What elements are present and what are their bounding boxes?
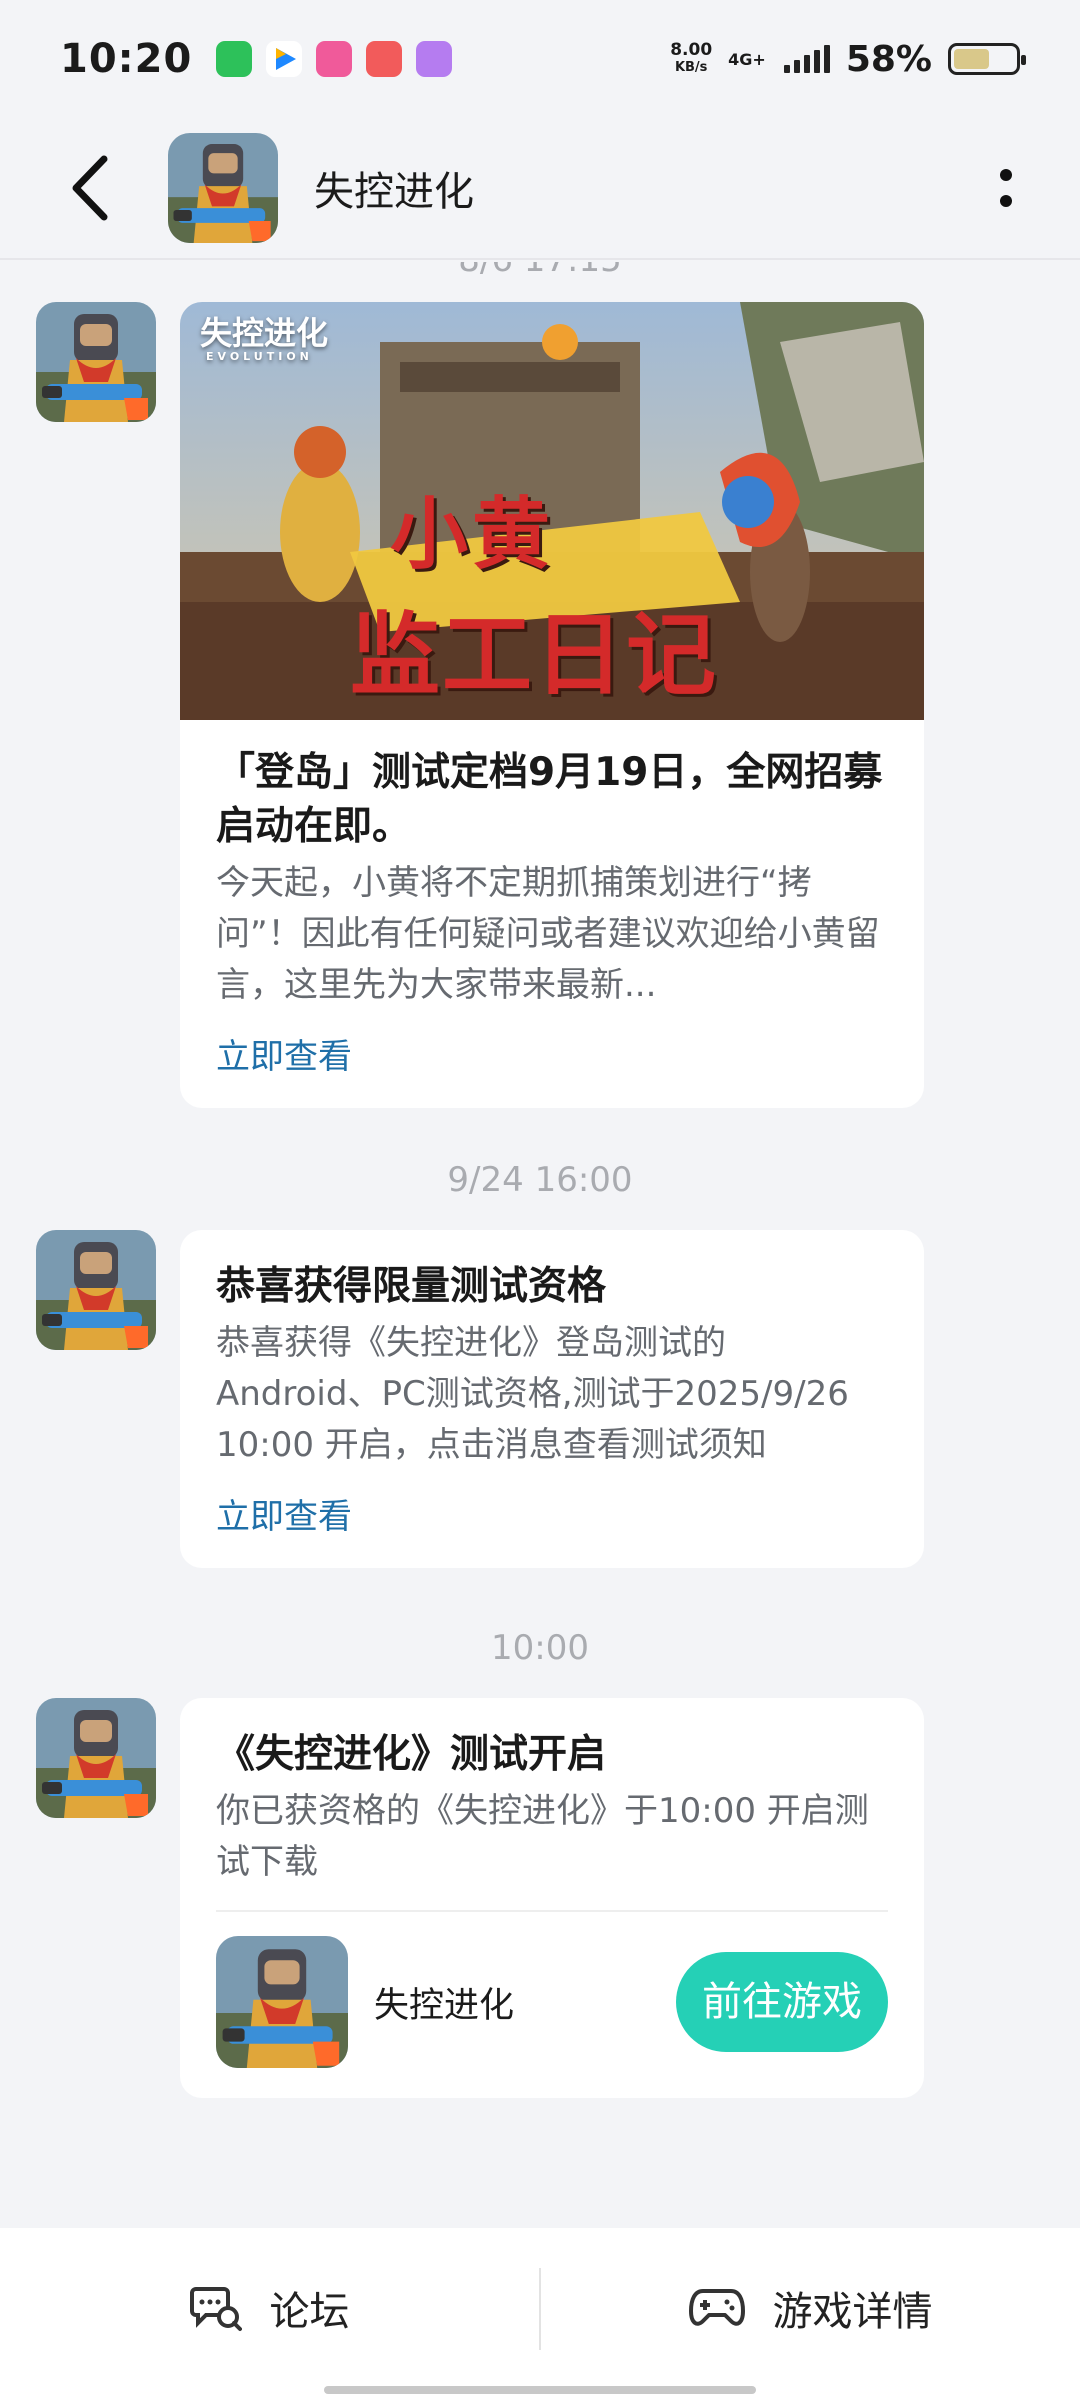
- timestamp: 8/6 17:15: [0, 262, 1080, 280]
- banner-logo-text: 失控进化: [200, 314, 329, 352]
- message-card[interactable]: 《失控进化》测试开启 你已获资格的《失控进化》于10:00 开启测试下载 失控进…: [180, 1698, 924, 2098]
- shop-icon: [366, 41, 403, 77]
- view-now-link[interactable]: 立即查看: [216, 1489, 352, 1538]
- more-options-button[interactable]: [976, 148, 1036, 228]
- game-name: 失控进化: [374, 1985, 515, 2026]
- forum-icon: [189, 2287, 242, 2331]
- game-details-label: 游戏详情: [772, 2289, 933, 2335]
- game-character-icon: [36, 1230, 156, 1350]
- message-feed[interactable]: 8/6 17:15: [0, 262, 1080, 2228]
- back-arrow-icon: [72, 155, 108, 221]
- more-dot-icon: [1000, 195, 1012, 207]
- game-entry: 失控进化 前往游戏: [216, 1910, 888, 2068]
- banner-headline-1: 小黄: [390, 490, 555, 580]
- bottom-bar: 论坛 游戏详情: [0, 2228, 1080, 2400]
- message-text: 今天起，小黄将不定期抓捕策划进行“拷问”！因此有任何疑问或者建议欢迎给小黄留言，…: [216, 863, 880, 1005]
- game-character-icon: [36, 302, 156, 422]
- view-now-link[interactable]: 立即查看: [216, 1029, 352, 1078]
- message-card[interactable]: 恭喜获得限量测试资格 恭喜获得《失控进化》登岛测试的Android、PC测试资格…: [180, 1230, 924, 1568]
- promo-banner[interactable]: 失控进化 EVOLUTION 小黄 监工日记: [180, 302, 924, 720]
- app-icon: [416, 41, 453, 77]
- banner-headline-2: 监工日记: [350, 603, 718, 708]
- game-character-icon: [36, 1698, 156, 1818]
- battery-icon: [948, 43, 1026, 75]
- signal-icon: [783, 45, 830, 73]
- game-avatar[interactable]: [168, 133, 278, 243]
- video-icon: [266, 41, 303, 77]
- net-speed-unit: KB/s: [674, 60, 708, 75]
- bilibili-icon: [316, 41, 353, 77]
- timestamp: 9/24 16:00: [447, 1160, 633, 1200]
- status-time: 10:20: [60, 36, 193, 82]
- message-card[interactable]: 失控进化 EVOLUTION 小黄 监工日记 「登岛」测试定档9月19日，全网招…: [180, 302, 924, 1108]
- banner-logo-sub: EVOLUTION: [206, 350, 313, 363]
- net-speed-value: 8.00: [670, 40, 713, 60]
- wechat-icon: [216, 41, 253, 77]
- back-button[interactable]: [50, 148, 130, 228]
- sender-avatar[interactable]: [36, 1698, 156, 1818]
- game-details-tab[interactable]: 游戏详情: [541, 2268, 1080, 2348]
- game-icon[interactable]: [216, 1936, 348, 2068]
- game-character-icon: [168, 133, 278, 243]
- timestamp: 10:00: [491, 1628, 589, 1668]
- message-title: 《失控进化》测试开启: [216, 1732, 607, 1777]
- status-bar: 10:20 8.00 KB/s 4G+ 58%: [0, 0, 1080, 118]
- banner-logo: 失控进化 EVOLUTION: [200, 316, 328, 364]
- gamepad-icon: [688, 2289, 745, 2326]
- message-text: 你已获资格的《失控进化》于10:00 开启测试下载: [216, 1791, 869, 1882]
- go-to-game-button[interactable]: 前往游戏: [676, 1952, 888, 2052]
- chat-header: 失控进化: [0, 118, 1080, 260]
- battery-percent: 58%: [845, 38, 932, 80]
- message-title: 恭喜获得限量测试资格: [216, 1264, 607, 1309]
- message-title: 「登岛」测试定档9月19日，全网招募启动在即。: [216, 750, 883, 849]
- page-title: 失控进化: [314, 169, 474, 215]
- forum-tab[interactable]: 论坛: [0, 2268, 539, 2348]
- notification-icons: [216, 41, 453, 77]
- network-type: 4G+: [728, 49, 766, 69]
- network-speed: 8.00 KB/s: [670, 41, 712, 77]
- forum-label: 论坛: [269, 2289, 350, 2335]
- game-character-icon: [216, 1936, 348, 2068]
- home-indicator[interactable]: [324, 2386, 756, 2394]
- message-text: 恭喜获得《失控进化》登岛测试的Android、PC测试资格,测试于2025/9/…: [216, 1323, 849, 1465]
- more-dot-icon: [1000, 169, 1012, 181]
- sender-avatar[interactable]: [36, 302, 156, 422]
- sender-avatar[interactable]: [36, 1230, 156, 1350]
